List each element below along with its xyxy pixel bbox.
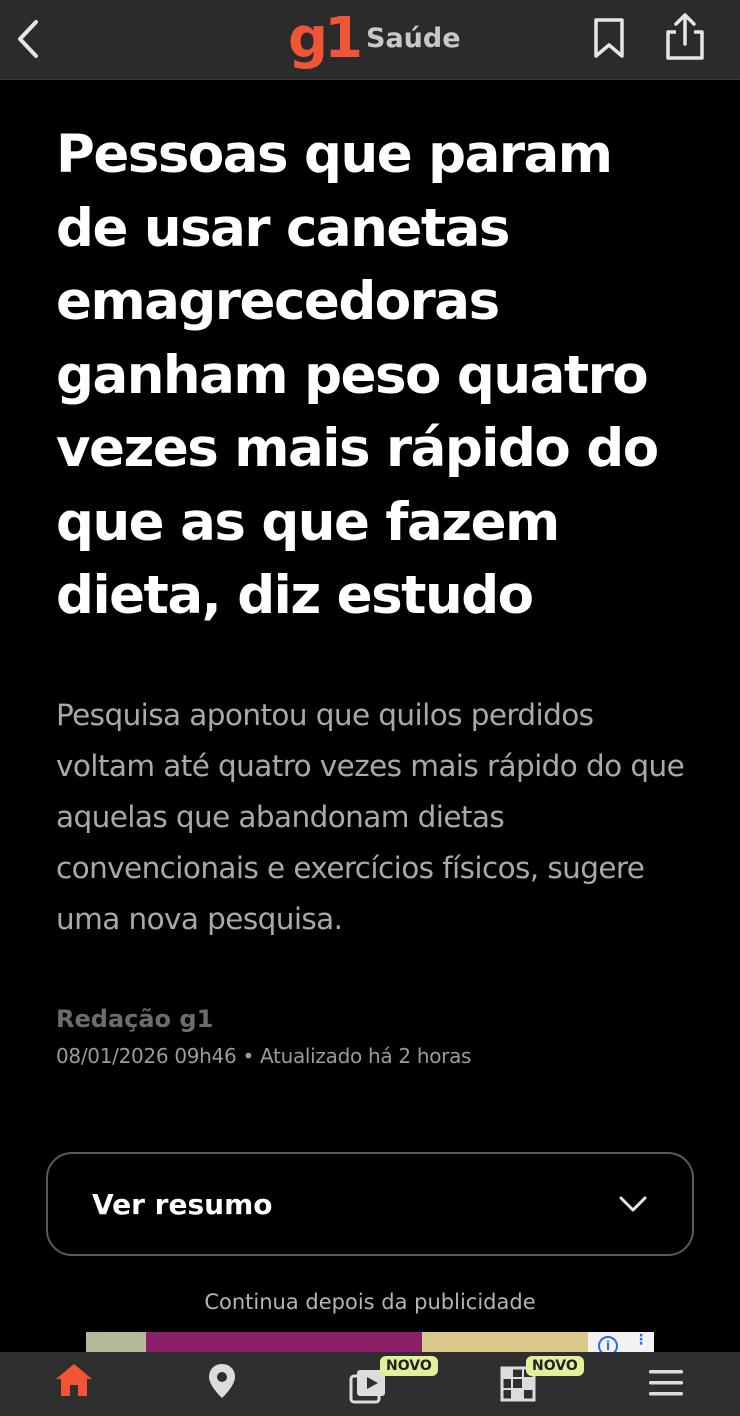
ad-notice: Continua depois da publicidade — [204, 1290, 536, 1314]
ad-banner[interactable]: i ⋮ — [86, 1332, 654, 1354]
bookmark-icon[interactable] — [588, 14, 630, 62]
share-icon[interactable] — [660, 10, 710, 64]
menu-icon — [649, 1370, 683, 1396]
home-icon — [56, 1364, 92, 1396]
ad-segment — [146, 1332, 422, 1354]
new-badge: NOVO — [380, 1356, 438, 1376]
top-bar: g1 Saúde — [0, 0, 740, 80]
nav-item-menu[interactable] — [592, 1352, 740, 1416]
nav-item-games[interactable]: NOVO — [444, 1352, 592, 1416]
new-badge: NOVO — [526, 1356, 584, 1376]
g1-logo: g1 — [288, 6, 363, 71]
nav-item-home[interactable] — [0, 1352, 148, 1416]
ad-segment — [86, 1332, 146, 1354]
location-pin-icon — [209, 1364, 235, 1398]
article-author: Redação g1 — [56, 1005, 214, 1033]
nav-item-videos[interactable]: NOVO — [296, 1352, 444, 1416]
bottom-nav: NOVO NOVO — [0, 1352, 740, 1416]
article-dateline: 08/01/2026 09h46 • Atualizado há 2 horas — [56, 1044, 472, 1068]
article-headline: Pessoas que param de usar canetas emagre… — [56, 124, 659, 626]
section-title: Saúde — [366, 23, 461, 54]
summary-label: Ver resumo — [92, 1188, 273, 1221]
chevron-down-icon — [619, 1196, 647, 1212]
article-subtitle: Pesquisa apontou que quilos perdidos vol… — [56, 698, 685, 936]
nav-item-location[interactable] — [148, 1352, 296, 1416]
summary-toggle-button[interactable]: Ver resumo — [46, 1152, 694, 1256]
ad-segment — [422, 1332, 588, 1354]
chevron-left-icon[interactable] — [10, 14, 50, 64]
